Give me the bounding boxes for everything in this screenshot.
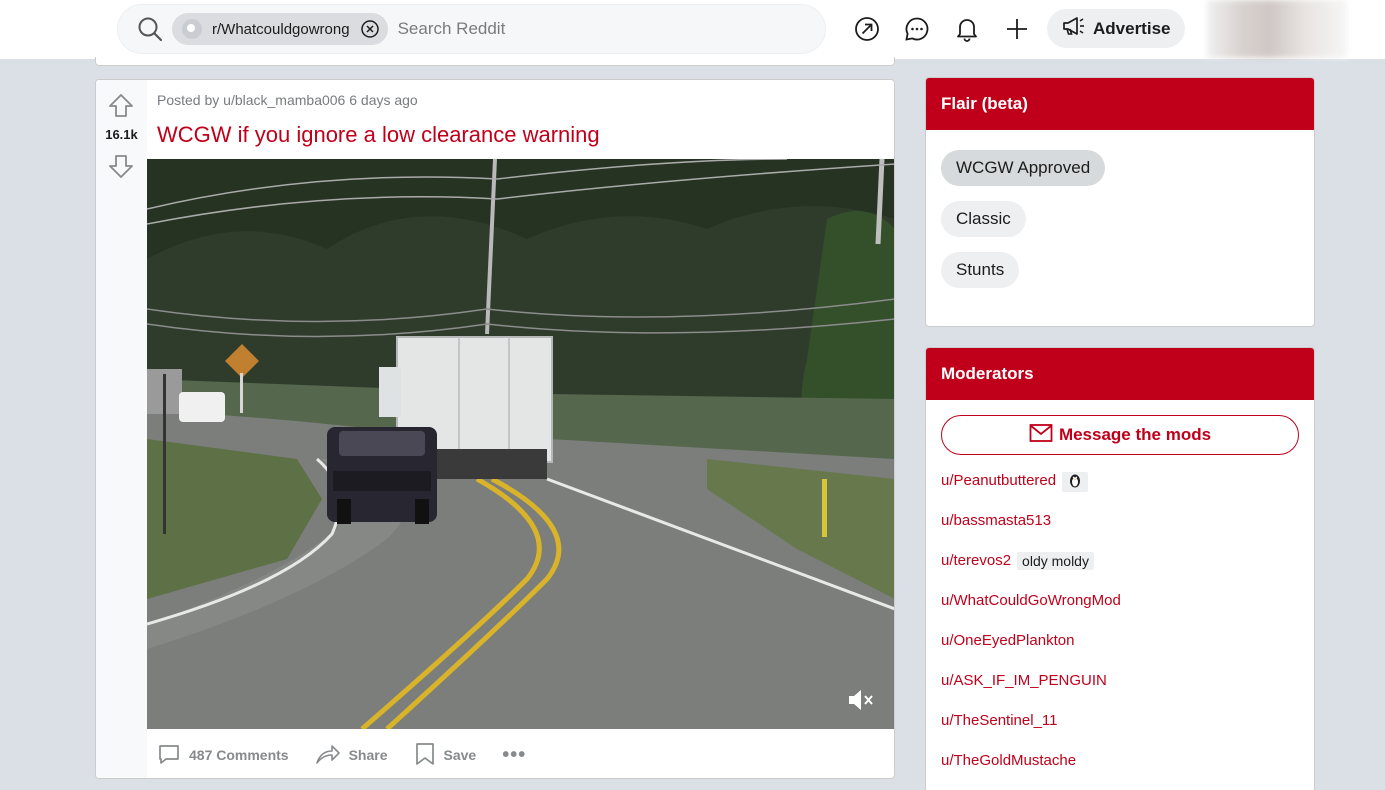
moderator-name[interactable]: u/OneEyedPlankton [941, 632, 1074, 649]
top-header: r/Whatcouldgowrong Search Reddit Adverti… [0, 0, 1385, 59]
subreddit-chip-label: r/Whatcouldgowrong [212, 20, 350, 38]
notification-bell-icon[interactable] [952, 14, 982, 44]
moderator-item[interactable]: u/OneEyedPlankton [941, 632, 1299, 672]
post-card[interactable]: 16.1k Posted by u/black_mamba006 6 days … [95, 79, 895, 779]
moderator-item[interactable]: u/bassmasta513 [941, 512, 1299, 552]
penguin-flair-icon [1062, 472, 1089, 492]
moderators-widget: Moderators Message the mods u/Peanutbutt… [925, 347, 1315, 790]
moderator-name[interactable]: u/bassmasta513 [941, 512, 1051, 529]
comment-icon [157, 742, 181, 769]
create-post-plus-icon[interactable] [1002, 14, 1032, 44]
post-action-bar: 487 Comments Share Save ••• [147, 730, 894, 778]
moderator-item[interactable]: u/WhatCouldGoWrongMod [941, 592, 1299, 632]
flair-wcgw-approved[interactable]: WCGW Approved [941, 150, 1106, 186]
save-button[interactable]: Save [414, 742, 477, 769]
subreddit-avatar [182, 19, 202, 39]
flair-widget: Flair (beta) WCGW Approved Classic Stunt… [925, 77, 1315, 327]
moderator-item[interactable]: u/TheSentinel_11 [941, 712, 1299, 752]
search-input[interactable]: Search Reddit [398, 19, 506, 39]
comments-button[interactable]: 487 Comments [157, 742, 289, 769]
post-title[interactable]: WCGW if you ignore a low clearance warni… [157, 122, 600, 148]
bookmark-icon [414, 742, 436, 769]
post-video[interactable] [147, 159, 894, 729]
moderator-flair: oldy moldy [1017, 552, 1094, 570]
moderator-item[interactable]: u/terevos2 oldy moldy [941, 552, 1299, 592]
share-label: Share [348, 747, 388, 763]
moderator-name[interactable]: u/TheGoldMustache [941, 752, 1076, 769]
flair-widget-title: Flair (beta) [926, 78, 1314, 130]
vote-score: 16.1k [105, 127, 138, 142]
popular-arrow-icon[interactable] [852, 14, 882, 44]
moderator-name[interactable]: u/TheSentinel_11 [941, 712, 1057, 729]
chat-icon[interactable] [902, 14, 932, 44]
share-button[interactable]: Share [315, 742, 388, 769]
vote-column: 16.1k [96, 80, 147, 778]
advertise-button[interactable]: Advertise [1047, 9, 1185, 48]
flair-classic[interactable]: Classic [941, 201, 1026, 237]
moderator-name[interactable]: u/WhatCouldGoWrongMod [941, 592, 1121, 609]
user-profile-avatar[interactable] [1207, 0, 1347, 58]
flair-stunts[interactable]: Stunts [941, 252, 1020, 288]
moderator-item[interactable]: u/ASK_IF_IM_PENGUIN [941, 672, 1299, 712]
moderator-item[interactable]: u/Peanutbuttered [941, 472, 1299, 512]
upvote-arrow-icon[interactable] [108, 93, 134, 119]
subreddit-search-chip[interactable]: r/Whatcouldgowrong [172, 13, 388, 45]
video-frame-illustration [147, 159, 894, 729]
moderator-name[interactable]: u/Peanutbuttered [941, 472, 1056, 489]
megaphone-icon [1061, 15, 1085, 42]
save-label: Save [443, 747, 477, 763]
moderator-name[interactable]: u/ASK_IF_IM_PENGUIN [941, 672, 1107, 689]
message-the-mods-label: Message the mods [1058, 425, 1212, 444]
message-the-mods-button[interactable]: Message the mods [941, 415, 1299, 455]
close-icon[interactable] [360, 19, 380, 39]
downvote-arrow-icon[interactable] [108, 153, 134, 179]
share-icon [315, 742, 341, 769]
comments-label: 487 Comments [189, 747, 289, 763]
envelope-icon [1029, 423, 1053, 448]
moderator-name[interactable]: u/terevos2 [941, 552, 1011, 569]
search-icon [136, 15, 164, 43]
moderators-widget-title: Moderators [926, 348, 1314, 400]
more-options-icon[interactable]: ••• [502, 744, 526, 767]
advertise-label: Advertise [1093, 18, 1171, 38]
post-meta: Posted by u/black_mamba006 6 days ago [157, 92, 418, 108]
search-bar[interactable]: r/Whatcouldgowrong Search Reddit [117, 4, 826, 54]
mute-icon[interactable] [845, 685, 875, 715]
previous-post-card-edge [95, 57, 895, 66]
moderator-item[interactable]: u/TheGoldMustache [941, 752, 1299, 790]
